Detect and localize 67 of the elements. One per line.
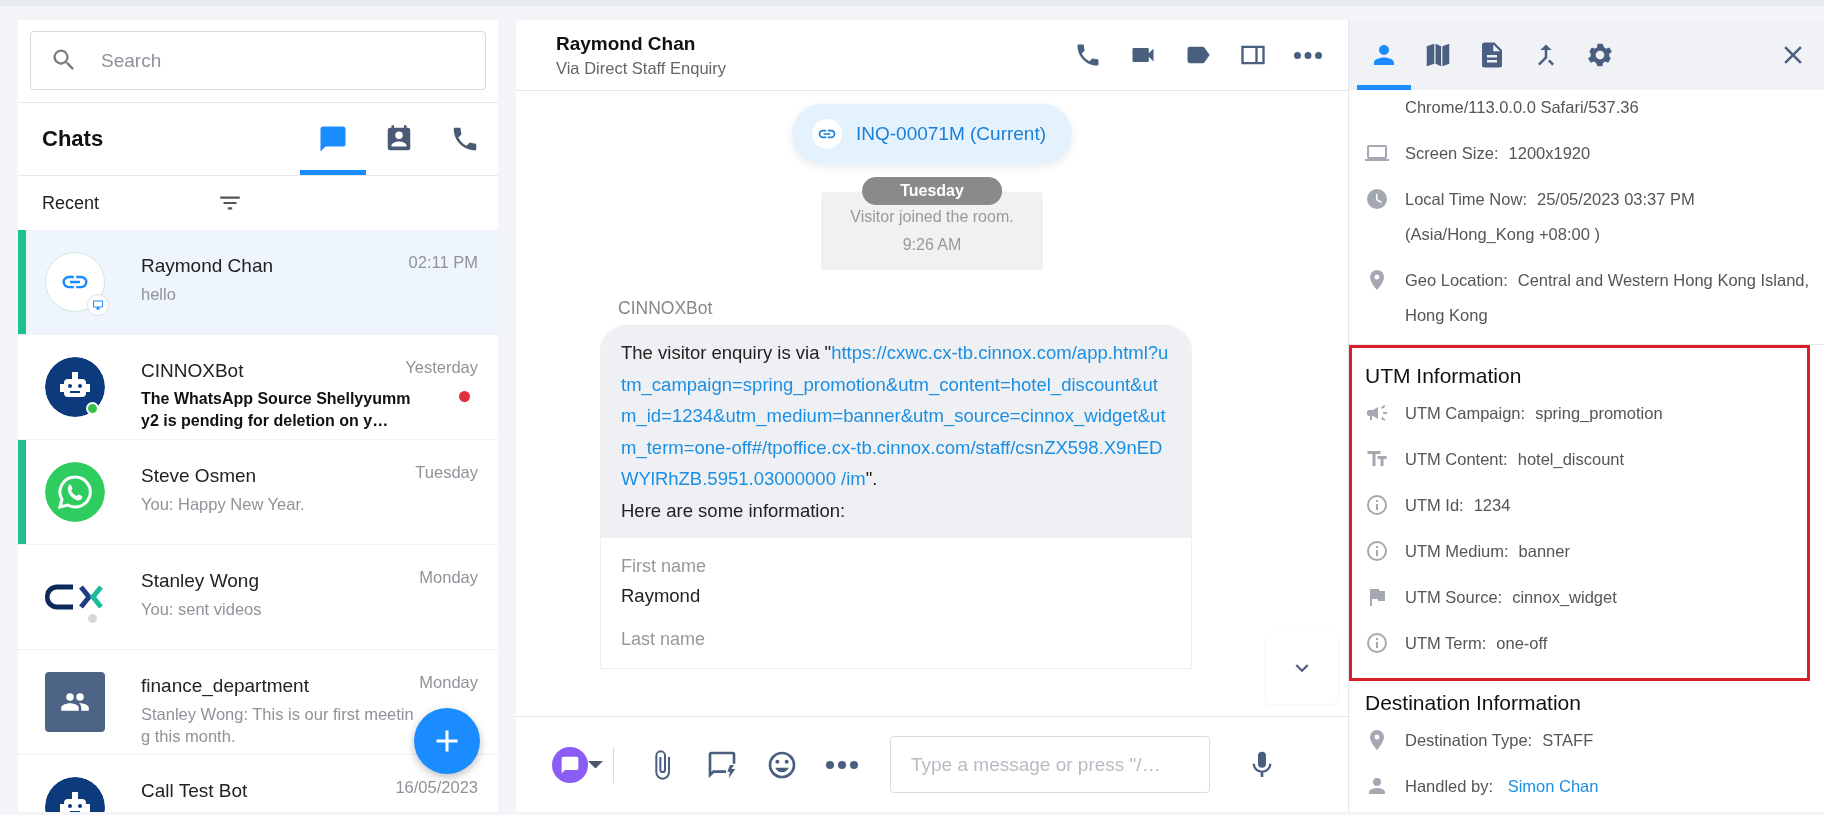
whatsapp-avatar [45,462,105,522]
contact-name: Stanley Wong [141,570,260,592]
more-button[interactable] [826,760,858,769]
caret-icon [588,760,603,769]
agent-link[interactable]: Simon Chan [1507,777,1599,795]
contact-name: Raymond Chan [141,255,275,277]
timestamp: Monday [419,673,478,692]
timestamp: Monday [419,568,478,587]
info-icon [1365,539,1389,563]
timestamp: 02:11 PM [408,253,478,272]
detail-text: UTM Term: one-off [1405,633,1548,654]
search-field[interactable]: Search [30,31,486,90]
system-message: Visitor joined the room. [850,208,1014,226]
contact-name: CINNOXBot [141,360,245,382]
channel-subtitle: Via Direct Staff Enquiry [556,58,726,78]
channel-button[interactable] [552,746,588,783]
date-chip: Tuesday [862,177,1002,205]
detail-text: Chrome/113.0.0.0 Safari/537.36 [1405,97,1639,118]
chat-item[interactable]: CINNOXBot The WhatsApp Source Shellyyummy2 is pending for deletion on y… Yesterday [18,335,498,440]
chat-item[interactable]: Raymond Chan hello 02:11 PM [18,230,498,335]
detail-text: UTM Id: 1234 [1405,495,1511,516]
detail-text: UTM Medium: banner [1405,541,1570,562]
field-value: Raymond [621,585,702,607]
info-icon [1365,493,1389,517]
chat-bubble-icon [318,124,348,154]
message-preview: hello [141,284,177,305]
message-time: 9:26 AM [902,236,962,254]
filter-label: Recent [42,192,100,214]
contact-name: Call Test Bot [141,780,249,802]
field-label: Handled by: [1405,777,1494,795]
field-label: Last name [621,629,707,650]
timestamp: 16/05/2023 [395,778,478,797]
message-preview: Stanley Wong: This is our first meeting this month. [141,704,415,747]
chat-item[interactable]: Steve Osmen You: Happy New Year. Tuesday [18,440,498,545]
contact-name: finance_department [141,675,310,697]
section-title: UTM Information [1365,363,1523,389]
timestamp: Tuesday [415,463,478,482]
message-preview: You: sent videos [141,599,263,620]
timestamp: Yesterday [405,358,478,377]
panel-title: Chats [42,126,104,152]
message-input[interactable]: Type a message or press "/… [890,736,1210,793]
clock-icon [1365,187,1389,211]
detail-text: Screen Size: 1200x1920 [1405,143,1591,164]
detail-text: UTM Campaign: spring_promotion [1405,403,1663,424]
more-icon [1294,51,1322,59]
contact-name: Steve Osmen [141,465,258,487]
new-chat-button[interactable] [414,708,480,774]
chat-bubble-icon [560,754,580,775]
message-preview: You: Happy New Year. [141,494,306,515]
info-icon [1365,631,1389,655]
enquiry-chip[interactable]: INQ-00071M (Current) [791,104,1073,164]
detail-text: Destination Type: STAFF [1405,730,1594,751]
detail-text: UTM Content: hotel_discount [1405,449,1625,470]
chat-item[interactable]: Stanley Wong You: sent videos Monday [18,545,498,650]
message-preview: The WhatsApp Source Shellyyummy2 is pending for deletion on y… [141,389,412,431]
robot-avatar [45,357,105,417]
sender-name: CINNOXBot [618,298,713,319]
field-label: First name [621,556,708,577]
contact-name: Raymond Chan [556,32,697,55]
message-text: Here are some information: [621,498,847,523]
more-icon [826,760,858,769]
detail-text: Geo Location: Central and Western Hong Kong Island, Hong Kong [1405,270,1810,326]
section-title: Destination Information [1365,690,1582,716]
detail-text: Local Time Now: 25/05/2023 03:37 PM (Asia/Hong_Kong +08:00 ) [1405,189,1696,245]
detail-text: UTM Source: cinnox_widget [1405,587,1617,608]
message-text: The visitor enquiry is via "https://cxwc.cx-tb.cinnox.com/app.html?utm_campaign=spring_promotion&utm_content=hotel_discount&utm_id=1234&utm_medium=banner&utm_source=cinnox_widget&utm_term=one-off#/tpoffice.cx-tb.cinnox.com/staff/csnZX598.X9nEDWYlRhZB.5951.03000000 /im". [621,341,1170,491]
monitor-icon [92,299,104,311]
